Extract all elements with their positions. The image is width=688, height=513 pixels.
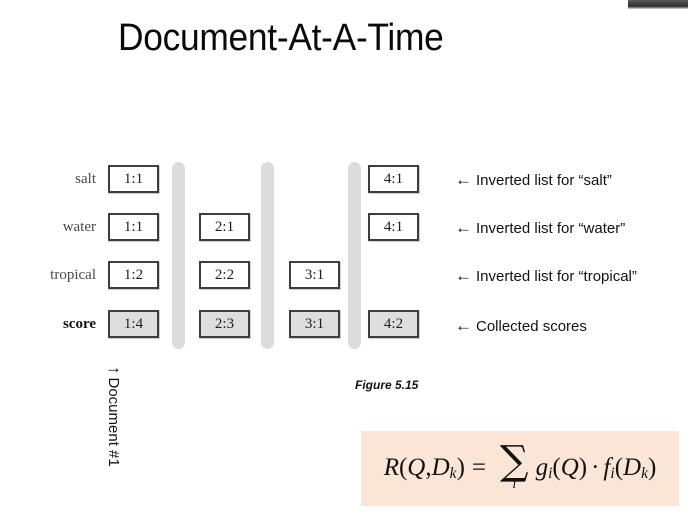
formula-f-paren-close: ): [647, 454, 657, 482]
formula-paren-open: (: [398, 454, 408, 482]
posting-cell: 4:1: [368, 165, 419, 193]
formula-multiply-dot: ·: [591, 454, 600, 482]
formula-f-subscript: i: [610, 465, 615, 483]
document-axis-label: ↑ Document #1: [104, 366, 124, 467]
left-arrow-icon: ←: [455, 170, 472, 189]
score-cell: 1:4: [108, 310, 159, 338]
formula-lhs-fn: R: [383, 454, 399, 482]
annotation-text: Inverted list for “tropical”: [476, 268, 637, 285]
annotation-collected-scores: ← Collected scores: [455, 316, 587, 337]
posting-cell: 1:2: [108, 261, 159, 289]
document-axis-text: Document #1: [105, 377, 122, 467]
formula-g: g: [535, 454, 549, 482]
left-arrow-icon: ←: [455, 266, 472, 285]
row-label-salt: salt: [75, 171, 96, 187]
figure-caption: Figure 5.15: [355, 378, 419, 392]
separator-bar-1: [172, 162, 185, 349]
formula-lhs-d: D: [431, 454, 450, 482]
formula-f: f: [603, 454, 611, 482]
posting-cell: 2:2: [199, 261, 250, 289]
formula-f-arg: D: [623, 454, 642, 482]
up-arrow-icon: ↑: [105, 366, 124, 375]
annotation-tropical: ← Inverted list for “tropical”: [455, 266, 637, 287]
annotation-text: Inverted list for “salt”: [476, 172, 612, 189]
formula-paren-close: ): [456, 454, 465, 482]
posting-cell: 4:1: [368, 213, 419, 241]
scoring-formula: R(Q, Dk) = ∑ i g i(Q) · f i(Dk): [383, 437, 657, 493]
formula-lhs-q: Q: [407, 454, 426, 482]
annotation-water: ← Inverted list for “water”: [455, 218, 625, 239]
posting-cell: 2:1: [199, 213, 250, 241]
formula-g-paren-close: ): [578, 454, 588, 482]
formula-g-subscript: i: [548, 465, 553, 483]
left-arrow-icon: ←: [455, 316, 472, 335]
separator-bar-3: [348, 162, 361, 349]
formula-g-arg: Q: [560, 454, 579, 482]
sigma-icon: ∑: [500, 437, 529, 484]
posting-cell: 1:1: [108, 165, 159, 193]
separator-bar-2: [261, 162, 274, 349]
row-label-score: score: [62, 316, 96, 332]
score-cell: 3:1: [289, 310, 340, 338]
formula-lhs-d-subscript: k: [449, 465, 457, 483]
annotation-salt: ← Inverted list for “salt”: [455, 170, 612, 191]
formula-f-paren-open: (: [614, 454, 624, 482]
posting-cell: 1:1: [108, 213, 159, 241]
annotation-text: Inverted list for “water”: [476, 220, 626, 237]
summation-group: ∑ i: [500, 437, 529, 493]
formula-g-paren-open: (: [552, 454, 561, 482]
score-cell: 4:2: [368, 310, 419, 338]
row-label-tropical: tropical: [50, 267, 96, 283]
scoring-formula-panel: R(Q, Dk) = ∑ i g i(Q) · f i(Dk): [361, 431, 679, 506]
formula-equals: =: [471, 454, 486, 482]
row-label-water: water: [62, 219, 96, 235]
score-cell: 2:3: [199, 310, 250, 338]
posting-cell: 3:1: [289, 261, 340, 289]
sigma-index: i: [512, 477, 517, 493]
annotation-text: Collected scores: [476, 318, 587, 335]
formula-f-arg-subscript: k: [641, 465, 648, 483]
left-arrow-icon: ←: [455, 218, 472, 237]
